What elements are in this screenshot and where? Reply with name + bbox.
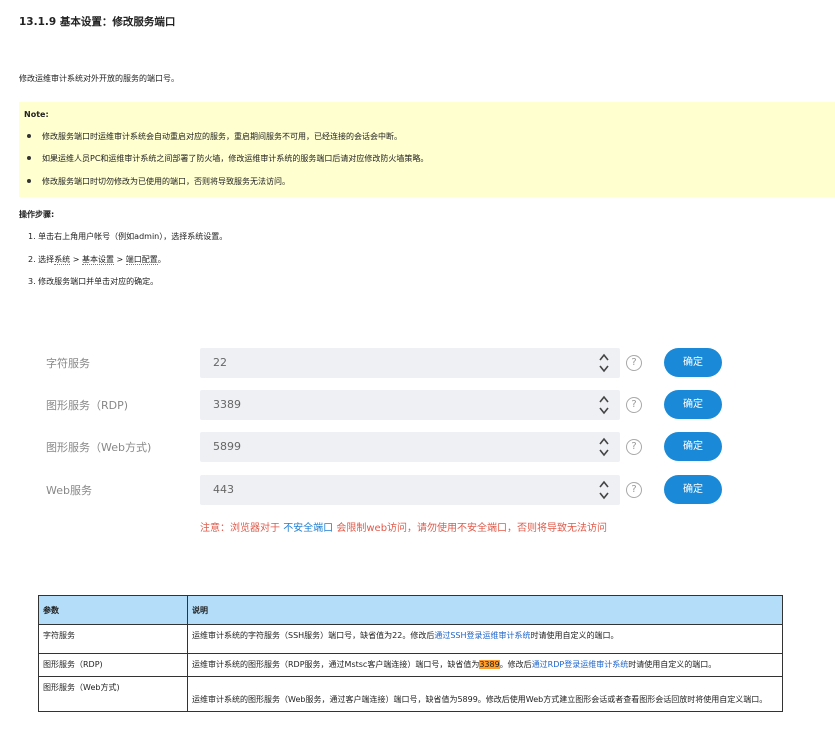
- port-input-value: 3389: [213, 398, 241, 411]
- bullet-icon: [27, 155, 31, 160]
- note-item-text: 修改服务端口时运维审计系统会自动重启对应的服务，重启期间服务不可用，已经连接的会…: [42, 132, 402, 141]
- step-1: 1. 单击右上角用户帐号（例如admin），选择系统设置。: [28, 232, 228, 241]
- desc-cell: 运维审计系统的图形服务（RDP服务，通过Mstsc客户端连接）端口号，缺省值为3…: [187, 653, 783, 677]
- note-item: 修改服务端口时切勿修改为已使用的端口，否则将导致服务无法访问。: [24, 176, 290, 187]
- port-row-char-service: 字符服务 22 ? 确定: [0, 347, 835, 379]
- column-header: 说明: [187, 595, 783, 625]
- desc-text: 运维审计系统的图形服务（RDP服务，通过Mstsc客户端连接）端口号，缺省值为: [192, 660, 480, 669]
- rdp-login-link[interactable]: 通过RDP登录运维审计系统: [532, 660, 629, 669]
- menu-path-basic-settings: 基本设置: [81, 255, 114, 265]
- section-title: 13.1.9 基本设置：修改服务端口: [19, 16, 176, 28]
- parameter-table: 参数 说明 字符服务 运维审计系统的字符服务（SSH服务）端口号，缺省值为22。…: [38, 595, 783, 712]
- note-item-text: 修改服务端口时切勿修改为已使用的端口，否则将导致服务无法访问。: [42, 177, 290, 186]
- intro-text: 修改运维审计系统对外开放的服务的端口号。: [19, 74, 179, 83]
- warning-prefix: 注意：浏览器对于: [200, 523, 284, 534]
- step-3: 3. 修改服务端口并单击对应的确定。: [28, 277, 159, 286]
- unsafe-port-warning: 注意：浏览器对于 不安全端口 会限制web访问，请勿使用不安全端口，否则将导致无…: [200, 519, 607, 534]
- table-row: 字符服务 运维审计系统的字符服务（SSH服务）端口号，缺省值为22。修改后通过S…: [38, 624, 783, 654]
- port-input[interactable]: 5899: [200, 432, 620, 462]
- question-circle-icon[interactable]: ?: [626, 397, 642, 413]
- highlighted-value: 3389: [479, 660, 500, 669]
- spinner-icon[interactable]: [598, 478, 610, 502]
- path-separator: >: [70, 255, 82, 264]
- confirm-button[interactable]: 确定: [664, 390, 722, 419]
- port-row-web-graphic: 图形服务（Web方式) 5899 ? 确定: [0, 431, 835, 463]
- param-cell: 字符服务: [38, 624, 188, 654]
- port-input[interactable]: 22: [200, 348, 620, 378]
- table-row: 图形服务（RDP) 运维审计系统的图形服务（RDP服务，通过Mstsc客户端连接…: [38, 653, 783, 677]
- unsafe-port-link[interactable]: 不安全端口: [283, 523, 333, 534]
- port-input-value: 5899: [213, 440, 241, 453]
- note-item-text: 如果运维人员PC和运维审计系统之间部署了防火墙，修改运维审计系统的服务端口后请对…: [42, 154, 429, 163]
- port-input[interactable]: 3389: [200, 390, 620, 420]
- param-cell: 图形服务（Web方式): [38, 676, 188, 712]
- port-label: Web服务: [46, 484, 92, 497]
- bullet-icon: [27, 178, 31, 183]
- table-row: 图形服务（Web方式) 运维审计系统的图形服务（Web服务，通过客户端连接）端口…: [38, 676, 783, 712]
- port-row-rdp: 图形服务（RDP) 3389 ? 确定: [0, 389, 835, 421]
- port-input-value: 443: [213, 483, 234, 496]
- desc-text: 运维审计系统的字符服务（SSH服务）端口号，缺省值为22。修改后: [192, 631, 435, 640]
- ssh-login-link[interactable]: 通过SSH登录运维审计系统: [434, 631, 530, 640]
- param-cell: 图形服务（RDP): [38, 653, 188, 677]
- note-item: 如果运维人员PC和运维审计系统之间部署了防火墙，修改运维审计系统的服务端口后请对…: [24, 153, 428, 164]
- confirm-button[interactable]: 确定: [664, 348, 722, 377]
- question-circle-icon[interactable]: ?: [626, 482, 642, 498]
- doc-page: 13.1.9 基本设置：修改服务端口 修改运维审计系统对外开放的服务的端口号。 …: [0, 0, 835, 739]
- path-separator: >: [113, 255, 126, 264]
- step-2-suffix: 。: [157, 255, 166, 264]
- column-header: 参数: [38, 595, 188, 625]
- menu-path-port-config: 端口配置: [125, 255, 158, 265]
- port-input[interactable]: 443: [200, 475, 620, 505]
- desc-text: 时请使用自定义的端口。: [530, 631, 619, 640]
- warning-suffix: 会限制web访问，请勿使用不安全端口，否则将导致无法访问: [333, 523, 608, 534]
- menu-path-system: 系统: [54, 255, 71, 265]
- port-row-web-service: Web服务 443 ? 确定: [0, 474, 835, 506]
- desc-text: 时请使用自定义的端口。: [628, 660, 717, 669]
- desc-cell: 运维审计系统的字符服务（SSH服务）端口号，缺省值为22。修改后通过SSH登录运…: [187, 624, 783, 654]
- note-item: 修改服务端口时运维审计系统会自动重启对应的服务，重启期间服务不可用，已经连接的会…: [24, 131, 402, 142]
- spinner-icon[interactable]: [598, 393, 610, 417]
- step-2: 2. 选择系统 > 基本设置 > 端口配置。: [28, 254, 166, 265]
- port-input-value: 22: [213, 356, 227, 369]
- spinner-icon[interactable]: [598, 435, 610, 459]
- step-2-prefix: 2. 选择: [28, 255, 55, 264]
- port-label: 图形服务（Web方式): [46, 441, 152, 454]
- bullet-icon: [27, 133, 31, 138]
- table-header-row: 参数 说明: [38, 595, 783, 625]
- question-circle-icon[interactable]: ?: [626, 439, 642, 455]
- spinner-icon[interactable]: [598, 351, 610, 375]
- desc-cell: 运维审计系统的图形服务（Web服务，通过客户端连接）端口号，缺省值为5899。修…: [187, 676, 783, 712]
- desc-text: 。修改后: [499, 660, 532, 669]
- note-box: Note: 修改服务端口时运维审计系统会自动重启对应的服务，重启期间服务不可用，…: [19, 102, 835, 197]
- port-label: 图形服务（RDP): [46, 399, 129, 412]
- confirm-button[interactable]: 确定: [664, 432, 722, 461]
- confirm-button[interactable]: 确定: [664, 475, 722, 504]
- question-circle-icon[interactable]: ?: [626, 355, 642, 371]
- port-label: 字符服务: [46, 357, 90, 370]
- steps-title: 操作步骤:: [19, 210, 55, 219]
- note-title: Note:: [24, 110, 49, 119]
